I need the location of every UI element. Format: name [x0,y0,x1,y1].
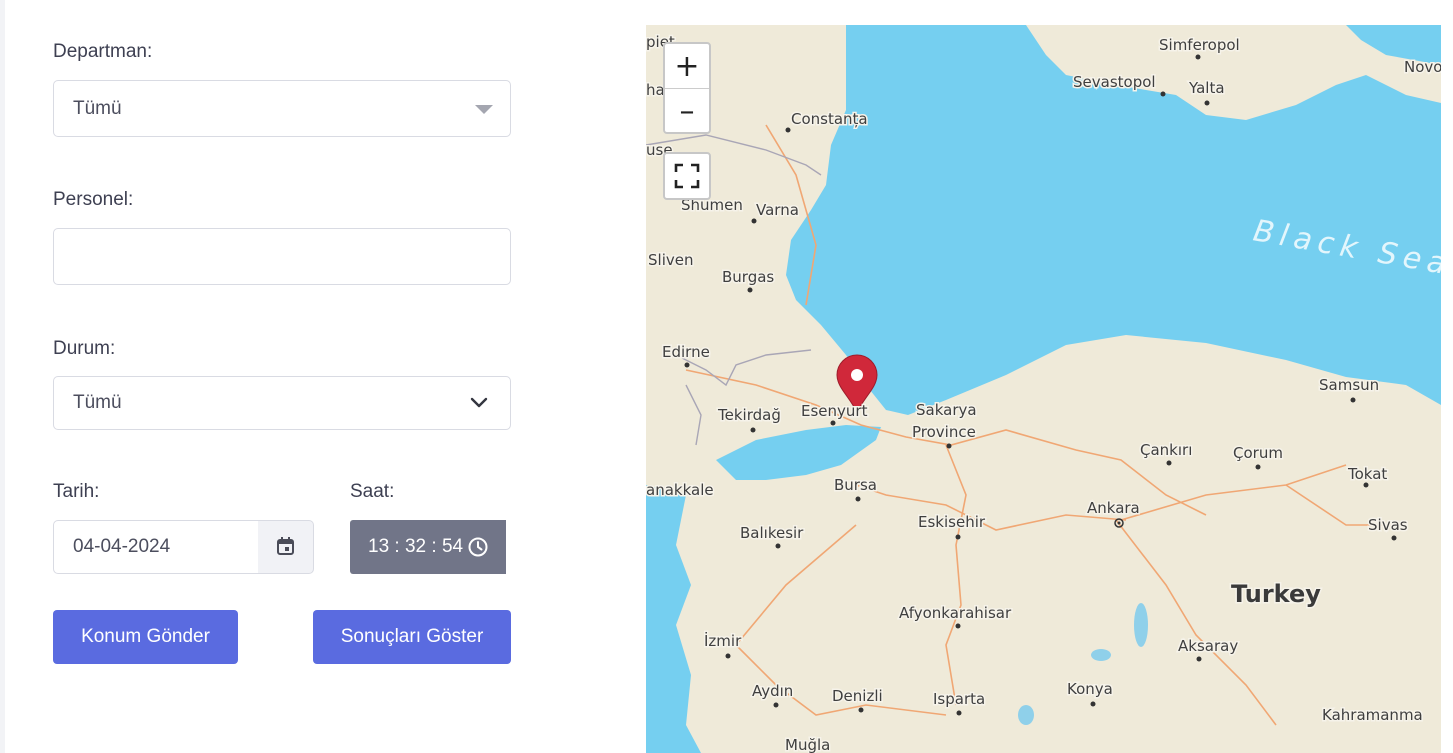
city-aksaray: Aksaray [1178,637,1238,655]
department-label: Departman: [53,41,153,62]
city-kahramanmaras: Kahramanma [1322,706,1423,724]
city-burgas: Burgas [722,268,774,286]
city-bursa: Bursa [834,476,877,494]
city-sevastopol: Sevastopol [1073,73,1156,91]
date-label: Tarih: [53,481,100,502]
city-mugla: Muğla [785,736,830,753]
status-value: Tümü [73,392,122,413]
city-izmir: İzmir [704,631,742,650]
city-constanta: Constanța [791,110,868,128]
city-yalta: Yalta [1188,79,1225,97]
personnel-label: Personel: [53,189,134,210]
map-view[interactable]: Simferopol Sevastopol Yalta Novo Constan… [646,25,1441,753]
lake [1091,649,1111,661]
city-sliven: Sliven [648,251,693,269]
city-afyon: Afyonkarahisar [899,604,1012,622]
date-picker-button[interactable] [258,520,314,574]
city-edirne: Edirne [662,343,710,361]
city-sakarya: Sakarya [916,401,977,419]
department-value: Tümü [73,97,122,119]
lake [1018,705,1034,725]
sidebar-edge [0,0,5,753]
city-ankara: Ankara [1087,499,1140,517]
show-results-button[interactable]: Sonuçları Göster [313,610,511,664]
city-aydin: Aydın [752,682,793,700]
city-eskisehir: Eskisehir [918,513,986,531]
fullscreen-button[interactable] [663,152,711,200]
lake [1134,603,1148,647]
aegean-sea [646,485,701,753]
city-konya: Konya [1067,680,1113,698]
city-province: Province [912,423,976,441]
department-select[interactable]: Tümü [53,80,511,137]
city-denizli: Denizli [832,687,883,705]
city-cankiri: Çankırı [1140,441,1192,459]
city-tokat: Tokat [1347,465,1387,483]
city-esenyurt: Esenyurt [801,402,868,420]
zoom-control: + – [663,42,711,134]
date-value: 04-04-2024 [73,536,171,557]
personnel-input[interactable] [53,228,511,285]
time-label: Saat: [350,481,395,502]
city-tekirdag: Tekirdağ [717,406,781,424]
city-sivas: Sivas [1368,516,1408,534]
chevron-down-icon [470,397,488,408]
clock-icon [468,537,488,557]
date-input[interactable]: 04-04-2024 [53,520,259,574]
city-samsun: Samsun [1319,376,1379,394]
city-balikesir: Balıkesir [740,524,804,542]
time-input[interactable]: 13 : 32 : 54 [350,520,506,574]
fullscreen-icon [674,163,700,189]
zoom-in-button[interactable]: + [665,44,709,89]
city-novo: Novo [1404,58,1441,76]
city-simferopol: Simferopol [1159,36,1240,54]
send-location-button[interactable]: Konum Gönder [53,610,238,664]
time-value: 13 : 32 : 54 [368,536,464,557]
city-cut-ha: ha [646,81,665,99]
country-label: Turkey [1231,580,1321,608]
marmara-sea [716,425,881,480]
caret-down-icon [475,105,493,114]
city-corum: Çorum [1233,444,1283,462]
status-label: Durum: [53,338,116,359]
city-canakkale: anakkale [646,481,714,499]
zoom-out-button[interactable]: – [665,89,709,133]
calendar-icon [277,537,294,555]
city-varna: Varna [756,201,799,219]
map-tiles: Simferopol Sevastopol Yalta Novo Constan… [646,25,1441,753]
city-isparta: Isparta [933,690,985,708]
status-select[interactable]: Tümü [53,376,511,430]
